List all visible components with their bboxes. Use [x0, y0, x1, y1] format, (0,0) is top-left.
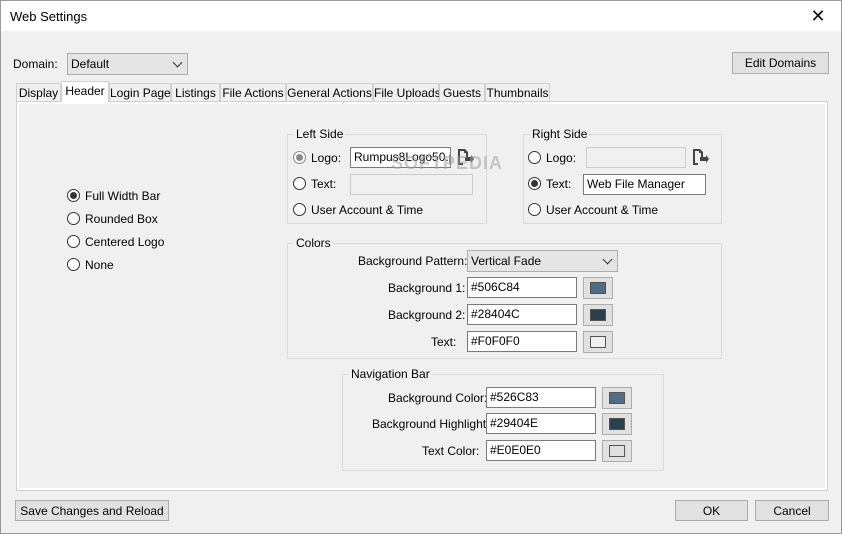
option-label-centered-logo: Centered Logo — [85, 235, 165, 249]
left-text-field[interactable] — [350, 174, 473, 195]
domain-label: Domain: — [13, 57, 58, 71]
tab-general-actions[interactable]: General Actions — [286, 83, 373, 101]
window-title: Web Settings — [10, 9, 88, 24]
chevron-down-icon — [602, 254, 613, 265]
edit-domains-button[interactable]: Edit Domains — [732, 52, 829, 74]
choose-file-icon[interactable] — [456, 148, 474, 166]
background-2-swatch — [590, 309, 606, 321]
text-color-swatch — [590, 336, 606, 348]
option-label-full-width-bar: Full Width Bar — [85, 189, 161, 203]
colors-title: Colors — [294, 236, 333, 250]
text-color-label: Text: — [431, 335, 457, 349]
left-account-label: User Account & Time — [311, 203, 424, 217]
left-side-title: Left Side — [294, 127, 346, 141]
background-1-swatch — [590, 282, 606, 294]
background-pattern-label: Background Pattern: — [358, 254, 468, 268]
nav-background-color-button[interactable] — [602, 387, 632, 409]
domain-select[interactable]: Default — [67, 53, 188, 75]
right-logo-label: Logo: — [546, 151, 577, 165]
left-account-radio[interactable] — [293, 203, 306, 216]
right-text-field[interactable]: Web File Manager — [583, 174, 706, 195]
tab-login-page[interactable]: Login Page — [109, 83, 171, 101]
left-logo-radio[interactable] — [293, 151, 306, 164]
tab-file-uploads[interactable]: File Uploads — [373, 83, 441, 101]
tab-thumbnails[interactable]: Thumbnails — [485, 83, 550, 101]
background-pattern-value: Vertical Fade — [471, 254, 542, 268]
cancel-button[interactable]: Cancel — [755, 500, 829, 521]
close-button[interactable]: ✕ — [795, 1, 841, 31]
nav-text-color-label: Text Color: — [422, 444, 480, 458]
radio-centered-logo[interactable] — [67, 235, 80, 248]
web-settings-window: Web Settings ✕ Domain: Default Edit Doma… — [0, 0, 842, 534]
left-text-radio[interactable] — [293, 177, 306, 190]
right-logo-field[interactable] — [586, 147, 686, 168]
right-logo-radio[interactable] — [528, 151, 541, 164]
navigation-bar-title: Navigation Bar — [349, 367, 432, 381]
background-1-label: Background 1: — [388, 281, 466, 295]
title-bar: Web Settings ✕ — [1, 1, 841, 31]
option-label-none: None — [85, 258, 114, 272]
background-pattern-select[interactable]: Vertical Fade — [467, 250, 618, 272]
background-1-field[interactable]: #506C84 — [467, 277, 577, 298]
right-text-radio[interactable] — [528, 177, 541, 190]
left-logo-label: Logo: — [311, 151, 342, 165]
nav-highlight-label: Background Highlight: — [372, 417, 490, 431]
right-account-label: User Account & Time — [546, 203, 659, 217]
nav-highlight-color-button[interactable] — [602, 413, 632, 435]
close-icon: ✕ — [810, 5, 826, 26]
chevron-down-icon — [172, 57, 183, 68]
nav-text-color-button[interactable] — [602, 440, 632, 462]
right-text-label: Text: — [546, 177, 572, 191]
tab-header[interactable]: Header — [61, 81, 109, 102]
tab-listings[interactable]: Listings — [171, 83, 220, 101]
nav-text-color-swatch — [609, 445, 625, 457]
left-text-label: Text: — [311, 177, 337, 191]
radio-none[interactable] — [67, 258, 80, 271]
nav-background-field[interactable]: #526C83 — [486, 387, 596, 408]
option-label-rounded-box: Rounded Box — [85, 212, 158, 226]
text-color-field[interactable]: #F0F0F0 — [467, 331, 577, 352]
nav-highlight-field[interactable]: #29404E — [486, 413, 596, 434]
background-2-field[interactable]: #28404C — [467, 304, 577, 325]
nav-highlight-swatch — [609, 418, 625, 430]
save-changes-reload-button[interactable]: Save Changes and Reload — [15, 500, 169, 521]
radio-rounded-box[interactable] — [67, 212, 80, 225]
nav-text-color-field[interactable]: #E0E0E0 — [486, 440, 596, 461]
choose-file-icon[interactable] — [691, 148, 709, 166]
tab-guests[interactable]: Guests — [439, 83, 485, 101]
background-2-color-button[interactable] — [583, 304, 613, 326]
nav-background-label: Background Color: — [388, 391, 488, 405]
background-1-color-button[interactable] — [583, 277, 613, 299]
left-logo-field[interactable]: Rumpus8Logo50.pn — [350, 147, 451, 168]
radio-full-width-bar[interactable] — [67, 189, 80, 202]
domain-select-value: Default — [71, 57, 110, 71]
ok-button[interactable]: OK — [675, 500, 748, 521]
text-color-button[interactable] — [583, 331, 613, 353]
tab-file-actions[interactable]: File Actions — [220, 83, 286, 101]
nav-background-swatch — [609, 392, 625, 404]
tab-display[interactable]: Display — [16, 83, 61, 101]
background-2-label: Background 2: — [388, 308, 466, 322]
right-account-radio[interactable] — [528, 203, 541, 216]
right-side-title: Right Side — [530, 127, 590, 141]
